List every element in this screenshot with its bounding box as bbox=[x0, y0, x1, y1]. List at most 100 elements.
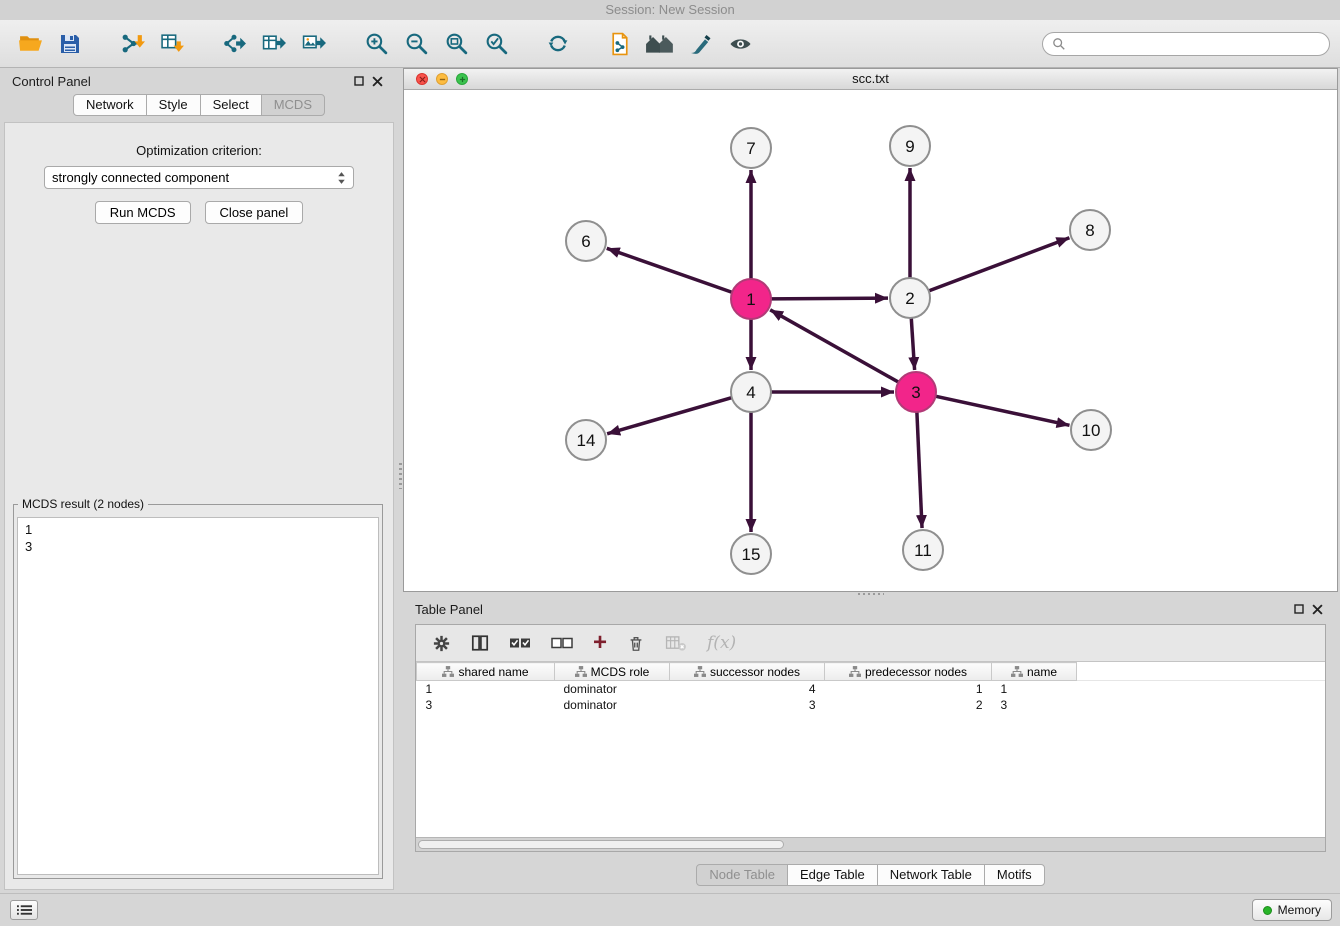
close-panel-button[interactable]: Close panel bbox=[205, 201, 304, 224]
graph-node-11[interactable]: 11 bbox=[903, 530, 943, 570]
table-tab-edge-table[interactable]: Edge Table bbox=[787, 864, 878, 886]
graph-edge-1-6[interactable] bbox=[607, 248, 734, 293]
import-table-from-file-button[interactable] bbox=[152, 24, 192, 64]
mcds-panel-body: Optimization criterion: strongly connect… bbox=[4, 122, 394, 890]
table-cell[interactable]: 3 bbox=[417, 697, 555, 713]
graph-node-label: 10 bbox=[1082, 421, 1101, 440]
graph-edge-2-8[interactable] bbox=[927, 238, 1070, 292]
table-cell[interactable]: 1 bbox=[417, 681, 555, 698]
minimize-window-icon[interactable] bbox=[436, 73, 448, 85]
table-tab-node-table[interactable]: Node Table bbox=[696, 864, 788, 886]
toolbar-group bbox=[356, 24, 516, 64]
graph-node-6[interactable]: 6 bbox=[566, 221, 606, 261]
save-session-button[interactable] bbox=[50, 24, 90, 64]
graph-node-2[interactable]: 2 bbox=[890, 278, 930, 318]
table-cell[interactable]: 4 bbox=[670, 681, 825, 698]
zoom-fit-button[interactable] bbox=[436, 24, 476, 64]
table-cell[interactable]: 1 bbox=[825, 681, 992, 698]
run-mcds-button[interactable]: Run MCDS bbox=[95, 201, 191, 224]
unselect-all-button[interactable] bbox=[551, 635, 573, 651]
select-all-button[interactable] bbox=[509, 635, 531, 651]
table-row[interactable]: 3dominator323 bbox=[417, 697, 1326, 713]
table-tab-motifs[interactable]: Motifs bbox=[984, 864, 1045, 886]
control-tab-network[interactable]: Network bbox=[73, 94, 147, 116]
close-panel-icon[interactable] bbox=[1308, 600, 1326, 618]
table-cell[interactable]: 2 bbox=[825, 697, 992, 713]
import-network-from-file-button[interactable] bbox=[112, 24, 152, 64]
control-tab-mcds[interactable]: MCDS bbox=[261, 94, 325, 116]
home-layout-button[interactable] bbox=[640, 24, 680, 64]
show-columns-button[interactable] bbox=[471, 634, 489, 652]
export-table-button[interactable] bbox=[254, 24, 294, 64]
splitter-grip-icon bbox=[399, 463, 402, 489]
show-graphics-details-button[interactable] bbox=[720, 24, 760, 64]
search-icon bbox=[1052, 37, 1066, 51]
export-network-button[interactable] bbox=[214, 24, 254, 64]
table-cell[interactable]: dominator bbox=[555, 681, 670, 698]
graph-node-label: 7 bbox=[746, 139, 755, 158]
clone-network-button[interactable] bbox=[600, 24, 640, 64]
network-canvas[interactable]: 7 9 6 8 1 2 4 3 14 10 15 11 bbox=[404, 90, 1337, 591]
graph-node-10[interactable]: 10 bbox=[1071, 410, 1111, 450]
delete-row-button[interactable] bbox=[627, 634, 645, 653]
control-tab-style[interactable]: Style bbox=[146, 94, 201, 116]
toolbar-group bbox=[600, 24, 760, 64]
graph-edge-3-11[interactable] bbox=[917, 410, 922, 528]
scrollbar-thumb[interactable] bbox=[418, 840, 784, 849]
delete-column-button[interactable] bbox=[665, 635, 687, 652]
table-horizontal-scrollbar[interactable] bbox=[416, 837, 1325, 851]
graph-node-15[interactable]: 15 bbox=[731, 534, 771, 574]
function-builder-button[interactable]: f(x) bbox=[707, 633, 736, 653]
graph-node-8[interactable]: 8 bbox=[1070, 210, 1110, 250]
float-panel-icon[interactable] bbox=[1290, 600, 1308, 618]
column-header-mcds-role[interactable]: MCDS role bbox=[555, 663, 670, 681]
column-header-filler bbox=[1077, 663, 1326, 681]
graph-node-4[interactable]: 4 bbox=[731, 372, 771, 412]
column-header-name[interactable]: name bbox=[992, 663, 1077, 681]
graph-edge-3-10[interactable] bbox=[934, 396, 1070, 426]
graph-edge-1-2[interactable] bbox=[769, 298, 888, 299]
network-window-titlebar[interactable]: scc.txt bbox=[404, 69, 1337, 90]
network-graph[interactable]: 7 9 6 8 1 2 4 3 14 10 15 11 bbox=[404, 90, 1337, 593]
table-cell[interactable]: 3 bbox=[670, 697, 825, 713]
graph-node-9[interactable]: 9 bbox=[890, 126, 930, 166]
graph-edge-2-3[interactable] bbox=[911, 316, 914, 370]
close-window-icon[interactable] bbox=[416, 73, 428, 85]
table-cell[interactable]: 3 bbox=[992, 697, 1077, 713]
graph-node-14[interactable]: 14 bbox=[566, 420, 606, 460]
float-panel-icon[interactable] bbox=[350, 72, 368, 90]
optimization-criterion-select[interactable]: strongly connected component bbox=[44, 166, 354, 189]
graph-edge-3-1[interactable] bbox=[770, 310, 900, 383]
graph-node-3[interactable]: 3 bbox=[896, 372, 936, 412]
zoom-window-icon[interactable] bbox=[456, 73, 468, 85]
apply-style-button[interactable] bbox=[680, 24, 720, 64]
table-cell[interactable]: dominator bbox=[555, 697, 670, 713]
column-header-predecessor-nodes[interactable]: predecessor nodes bbox=[825, 663, 992, 681]
zoom-out-icon bbox=[404, 31, 429, 56]
zoom-in-button[interactable] bbox=[356, 24, 396, 64]
search-input[interactable] bbox=[1071, 35, 1320, 52]
open-file-button[interactable] bbox=[10, 24, 50, 64]
memory-button[interactable]: Memory bbox=[1252, 899, 1332, 921]
task-list-icon bbox=[17, 904, 32, 916]
graph-node-7[interactable]: 7 bbox=[731, 128, 771, 168]
table-row[interactable]: 1dominator411 bbox=[417, 681, 1326, 698]
graph-node-1[interactable]: 1 bbox=[731, 279, 771, 319]
search-box[interactable] bbox=[1042, 32, 1330, 56]
control-panel-tabs: NetworkStyleSelectMCDS bbox=[0, 94, 398, 116]
close-panel-icon[interactable] bbox=[368, 72, 386, 90]
zoom-selected-button[interactable] bbox=[476, 24, 516, 64]
column-header-successor-nodes[interactable]: successor nodes bbox=[670, 663, 825, 681]
table-settings-button[interactable] bbox=[432, 634, 451, 653]
task-history-button[interactable] bbox=[10, 900, 38, 920]
control-tab-select[interactable]: Select bbox=[200, 94, 262, 116]
column-header-shared-name[interactable]: shared name bbox=[417, 663, 555, 681]
zoom-out-button[interactable] bbox=[396, 24, 436, 64]
table-tab-network-table[interactable]: Network Table bbox=[877, 864, 985, 886]
graph-edge-4-14[interactable] bbox=[607, 397, 734, 434]
refresh-button[interactable] bbox=[538, 24, 578, 64]
mcds-result-groupbox: MCDS result (2 nodes) 13 bbox=[13, 497, 383, 879]
add-column-button[interactable]: + bbox=[593, 633, 607, 653]
table-cell[interactable]: 1 bbox=[992, 681, 1077, 698]
export-image-button[interactable] bbox=[294, 24, 334, 64]
